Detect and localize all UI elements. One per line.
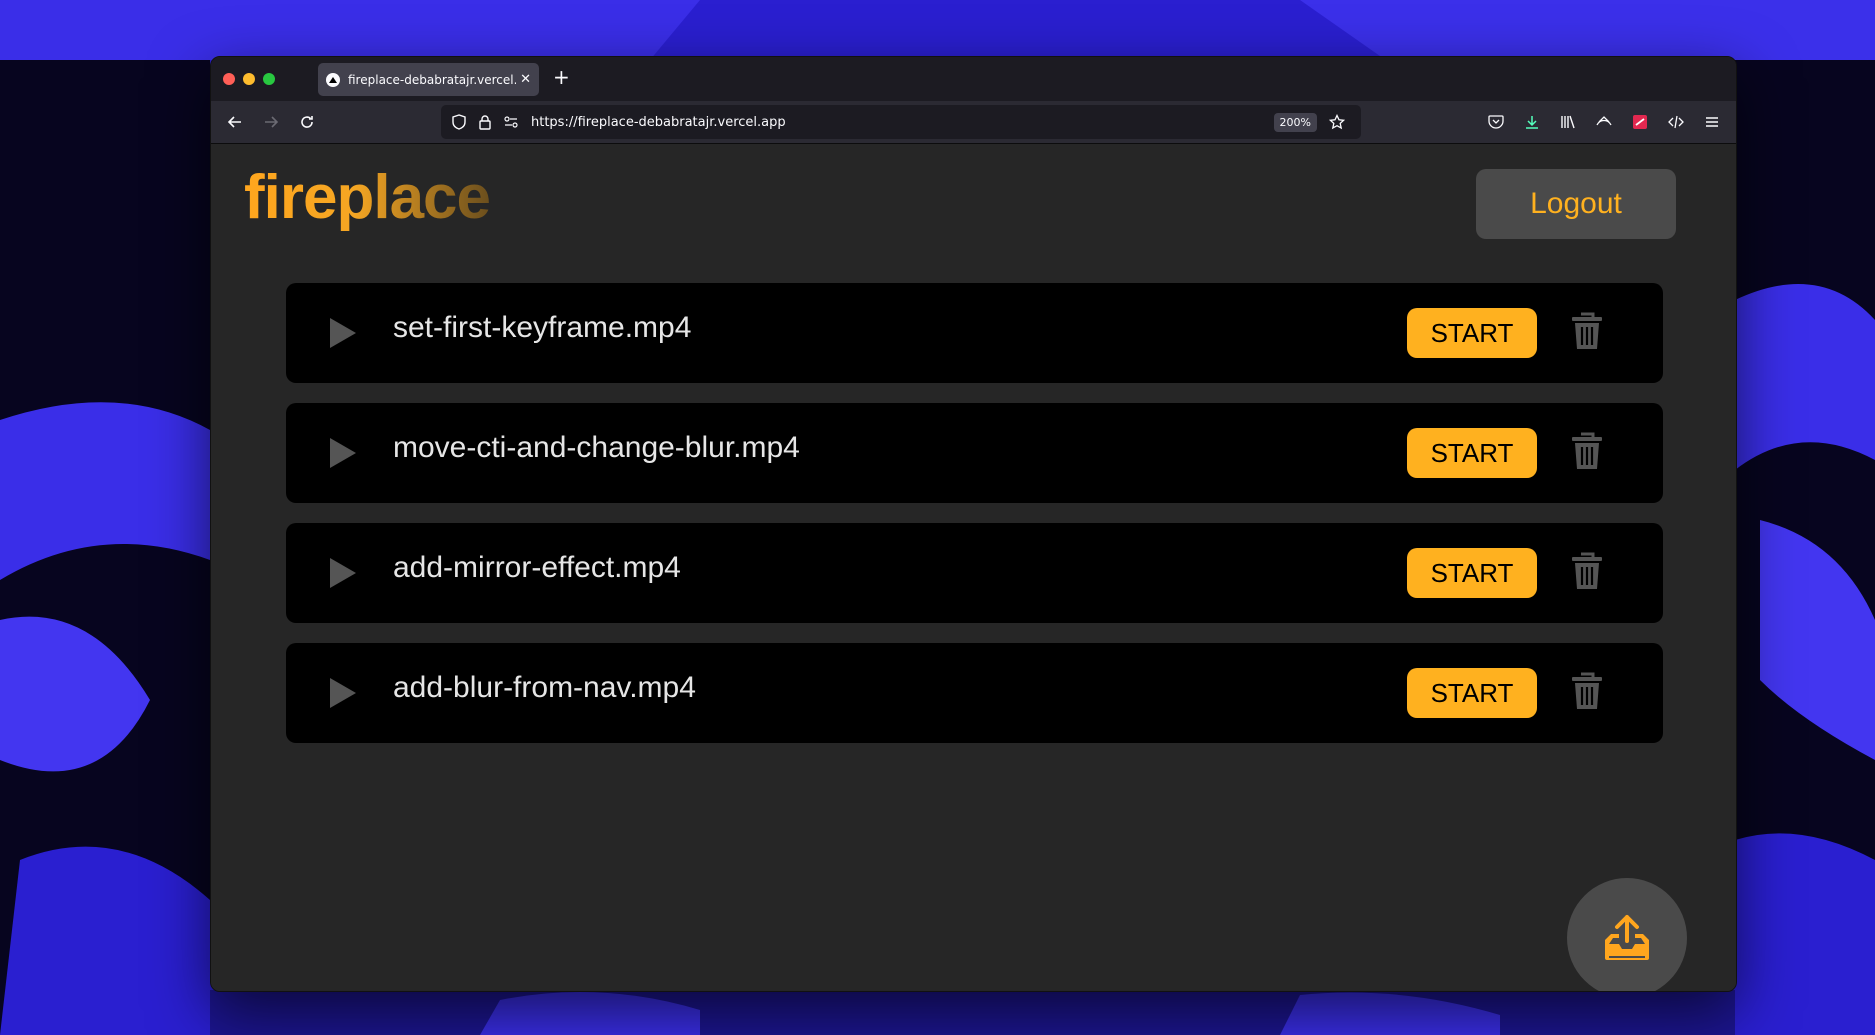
minimize-window-button[interactable]: [243, 73, 255, 85]
toolbar-actions: [1484, 110, 1724, 134]
menu-icon[interactable]: [1700, 110, 1724, 134]
start-button[interactable]: START: [1407, 428, 1537, 478]
trash-icon[interactable]: [1569, 431, 1605, 471]
upload-icon: [1605, 915, 1649, 960]
shield-icon[interactable]: [449, 112, 469, 132]
url-text: https://fireplace-debabratajr.vercel.app: [531, 114, 786, 130]
app-logo: fireplace: [244, 163, 491, 232]
window-controls: [223, 73, 275, 85]
arrow-right-icon: [265, 116, 279, 128]
browser-window: fireplace-debabratajr.vercel.app/ ✕ + ht…: [210, 56, 1737, 992]
permissions-icon[interactable]: [501, 112, 521, 132]
arrow-left-icon: [227, 116, 241, 128]
close-window-button[interactable]: [223, 73, 235, 85]
reload-icon: [301, 116, 313, 128]
start-button[interactable]: START: [1407, 308, 1537, 358]
video-name: move-cti-and-change-blur.mp4: [393, 431, 800, 464]
close-tab-icon[interactable]: ✕: [520, 72, 531, 87]
red-extension-icon[interactable]: [1628, 110, 1652, 134]
browser-tab[interactable]: fireplace-debabratajr.vercel.app/ ✕: [318, 63, 539, 96]
dev-tools-icon[interactable]: [1664, 110, 1688, 134]
bookmark-star-icon[interactable]: [1327, 112, 1347, 132]
play-icon[interactable]: [328, 436, 358, 470]
trash-icon[interactable]: [1569, 311, 1605, 351]
play-icon[interactable]: [328, 676, 358, 710]
video-name: set-first-keyframe.mp4: [393, 311, 692, 344]
tab-title: fireplace-debabratajr.vercel.app/: [348, 72, 516, 87]
logout-button[interactable]: Logout: [1476, 169, 1676, 239]
start-button[interactable]: START: [1407, 548, 1537, 598]
forward-button[interactable]: [259, 110, 283, 134]
reload-button[interactable]: [295, 110, 319, 134]
trash-icon[interactable]: [1569, 671, 1605, 711]
zoom-level-badge[interactable]: 200%: [1273, 112, 1317, 132]
upload-button[interactable]: [1567, 878, 1687, 991]
video-item: move-cti-and-change-blur.mp4 START: [286, 403, 1663, 503]
back-button[interactable]: [223, 110, 247, 134]
start-button[interactable]: START: [1407, 668, 1537, 718]
extension-icon[interactable]: [1592, 110, 1616, 134]
app-page: fireplace Logout set-first-keyframe.mp4 …: [211, 144, 1736, 991]
play-icon[interactable]: [328, 316, 358, 350]
video-name: add-blur-from-nav.mp4: [393, 671, 696, 704]
title-bar: fireplace-debabratajr.vercel.app/ ✕ +: [211, 57, 1736, 101]
navigation-toolbar: https://fireplace-debabratajr.vercel.app…: [211, 101, 1736, 144]
trash-icon[interactable]: [1569, 551, 1605, 591]
video-item: set-first-keyframe.mp4 START: [286, 283, 1663, 383]
new-tab-icon[interactable]: +: [553, 67, 570, 87]
zoom-window-button[interactable]: [263, 73, 275, 85]
video-name: add-mirror-effect.mp4: [393, 551, 681, 584]
pocket-icon[interactable]: [1484, 110, 1508, 134]
download-icon[interactable]: [1520, 110, 1544, 134]
play-icon[interactable]: [328, 556, 358, 590]
url-bar[interactable]: https://fireplace-debabratajr.vercel.app…: [441, 105, 1361, 139]
video-item: add-mirror-effect.mp4 START: [286, 523, 1663, 623]
library-icon[interactable]: [1556, 110, 1580, 134]
video-item: add-blur-from-nav.mp4 START: [286, 643, 1663, 743]
video-list: set-first-keyframe.mp4 START move-cti-an…: [286, 283, 1663, 763]
lock-icon[interactable]: [475, 112, 495, 132]
vercel-favicon-icon: [326, 72, 340, 87]
